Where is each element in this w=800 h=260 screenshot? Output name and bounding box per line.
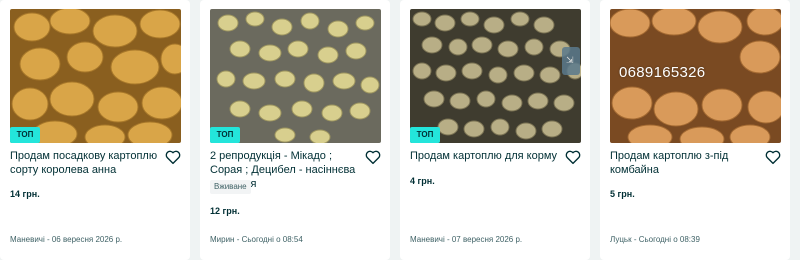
listing-card[interactable]: ⇲ ТОП Продам картоплю для корму 4 грн. М…: [400, 0, 590, 260]
heart-outline-icon[interactable]: [164, 148, 182, 166]
listing-image[interactable]: 0689165326: [610, 9, 781, 143]
heart-outline-icon[interactable]: [564, 148, 582, 166]
heart-outline-icon[interactable]: [764, 148, 782, 166]
listing-price: 4 грн.: [410, 176, 435, 186]
gallery-icon: ⇲: [562, 47, 580, 75]
listing-image[interactable]: [210, 9, 381, 143]
listing-location-date: Луцьк - Сьогодні о 08:39: [610, 235, 700, 244]
top-badge: ТОП: [10, 127, 40, 143]
listing-card[interactable]: ТОП 2 репродукція - Мікадо ; Сорая ; Дец…: [200, 0, 390, 260]
listing-image[interactable]: [10, 9, 181, 143]
listing-title[interactable]: Продам картоплю з-під комбайна: [610, 149, 760, 177]
listing-title[interactable]: Продам посадкову картоплю сорту королева…: [10, 149, 160, 177]
listing-location-date: Маневичі - 06 вересня 2026 р.: [10, 235, 123, 244]
condition-badge: Вживане: [210, 180, 251, 194]
listing-location-date: Мирин - Сьогодні о 08:54: [210, 235, 303, 244]
top-badge: ТОП: [210, 127, 240, 143]
listing-title[interactable]: Продам картоплю для корму: [410, 149, 560, 163]
listing-price: 5 грн.: [610, 189, 635, 199]
listing-location-date: Маневичі - 07 вересня 2026 р.: [410, 235, 523, 244]
listing-price: 12 грн.: [210, 206, 240, 216]
listing-card[interactable]: ТОП Продам посадкову картоплю сорту коро…: [0, 0, 190, 260]
listing-price: 14 грн.: [10, 189, 40, 199]
phone-overlay-text: 0689165326: [619, 64, 706, 81]
listing-card[interactable]: 0689165326 Продам картоплю з-під комбайн…: [600, 0, 790, 260]
heart-outline-icon[interactable]: [364, 148, 382, 166]
listings-row: ТОП Продам посадкову картоплю сорту коро…: [0, 0, 800, 260]
top-badge: ТОП: [410, 127, 440, 143]
listing-image[interactable]: ⇲: [410, 9, 581, 143]
